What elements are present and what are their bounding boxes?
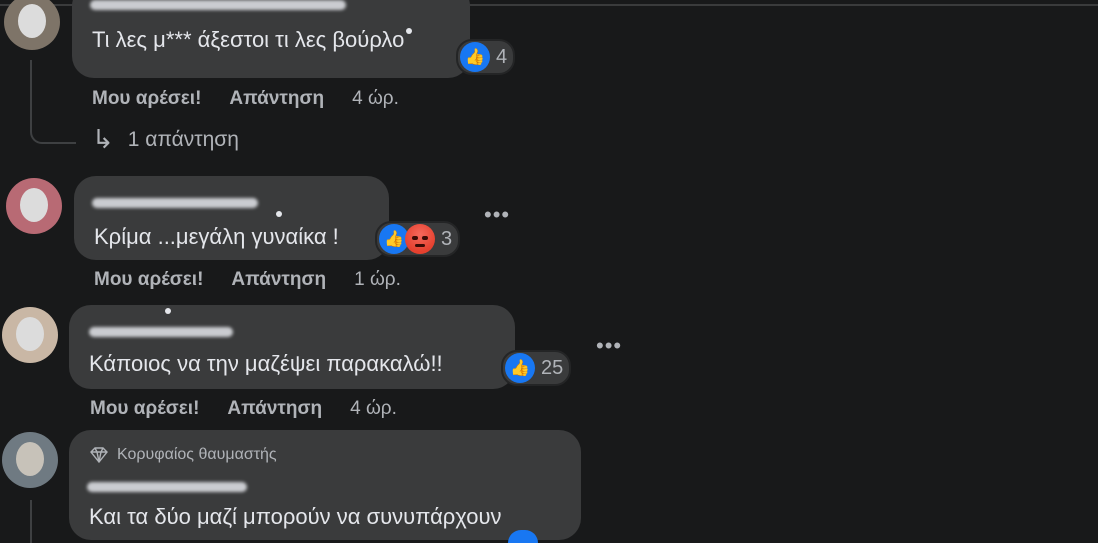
reaction-count: 25 [541,356,564,379]
reaction-count: 3 [441,227,453,250]
replies-count-label: 1 απάντηση [127,127,239,151]
thread-line [30,500,32,543]
comment-bubble: Κάποιος να την μαζέψει παρακαλώ!! [69,305,515,389]
comment-text: Κάποιος να την μαζέψει παρακαλώ!! [89,351,443,376]
comment-text: Κρίμα ...μεγάλη γυναίκα ! [94,224,339,249]
redaction-mark [165,308,171,314]
view-replies-link[interactable]: ↳ 1 απάντηση [92,124,239,155]
redaction-mark [276,211,282,217]
avatar[interactable] [2,432,58,488]
top-fan-label: Κορυφαίος θαυμαστής [117,446,277,463]
top-fan-badge[interactable]: Κορυφαίος θαυμαστής [89,446,277,464]
avatar-blur [20,188,48,222]
comment-actions: Μου αρέσει! Απάντηση 1 ώρ. [94,269,401,291]
thumbs-up-icon: 👍 [505,353,535,383]
thumbs-up-icon: 👍 [460,42,490,72]
comment-timestamp[interactable]: 1 ώρ. [354,269,401,291]
author-name-redacted[interactable] [87,482,247,492]
reply-button[interactable]: Απάντηση [229,88,324,110]
reaction-count: 4 [496,45,508,68]
reaction-summary[interactable]: 👍 4 [456,39,516,75]
reply-button[interactable]: Απάντηση [227,398,322,420]
reply-arrow-icon: ↳ [92,124,114,154]
comment-actions: Μου αρέσει! Απάντηση 4 ώρ. [90,398,397,420]
comment-bubble: Τι λες μ*** άξεστοι τι λες βούρλο [72,0,470,78]
avatar[interactable] [4,0,60,50]
author-name-redacted[interactable] [92,198,258,208]
comment-actions: Μου αρέσει! Απάντηση 4 ώρ. [92,88,399,110]
comment-timestamp[interactable]: 4 ώρ. [350,398,397,420]
thread-connector [30,108,76,144]
author-name-redacted[interactable] [90,0,346,10]
reply-button[interactable]: Απάντηση [231,269,326,291]
redaction-mark [406,28,412,34]
angry-face-icon [405,224,435,254]
author-name-redacted[interactable] [89,327,233,337]
comment-bubble: Κρίμα ...μεγάλη γυναίκα ! [74,176,389,260]
reaction-summary[interactable]: 👍 3 [375,221,461,257]
like-button[interactable]: Μου αρέσει! [90,398,199,420]
avatar-blur [16,317,44,351]
avatar[interactable] [6,178,62,234]
comment-timestamp[interactable]: 4 ώρ. [352,88,399,110]
more-options-icon[interactable]: ••• [484,202,510,228]
thread-line [30,60,32,110]
like-button[interactable]: Μου αρέσει! [92,88,201,110]
avatar[interactable] [2,307,58,363]
reaction-summary[interactable]: 👍 25 [501,350,572,386]
more-options-icon[interactable]: ••• [596,333,622,359]
comment-text: Τι λες μ*** άξεστοι τι λες βούρλο [92,27,405,52]
comment-text: Και τα δύο μαζί μπορούν να συνυπάρχουν [89,504,502,529]
avatar-blur [18,4,46,38]
diamond-icon [90,447,108,463]
like-button[interactable]: Μου αρέσει! [94,269,203,291]
avatar-blur [16,442,44,476]
comment-bubble: Κορυφαίος θαυμαστής Και τα δύο μαζί μπορ… [69,430,581,540]
